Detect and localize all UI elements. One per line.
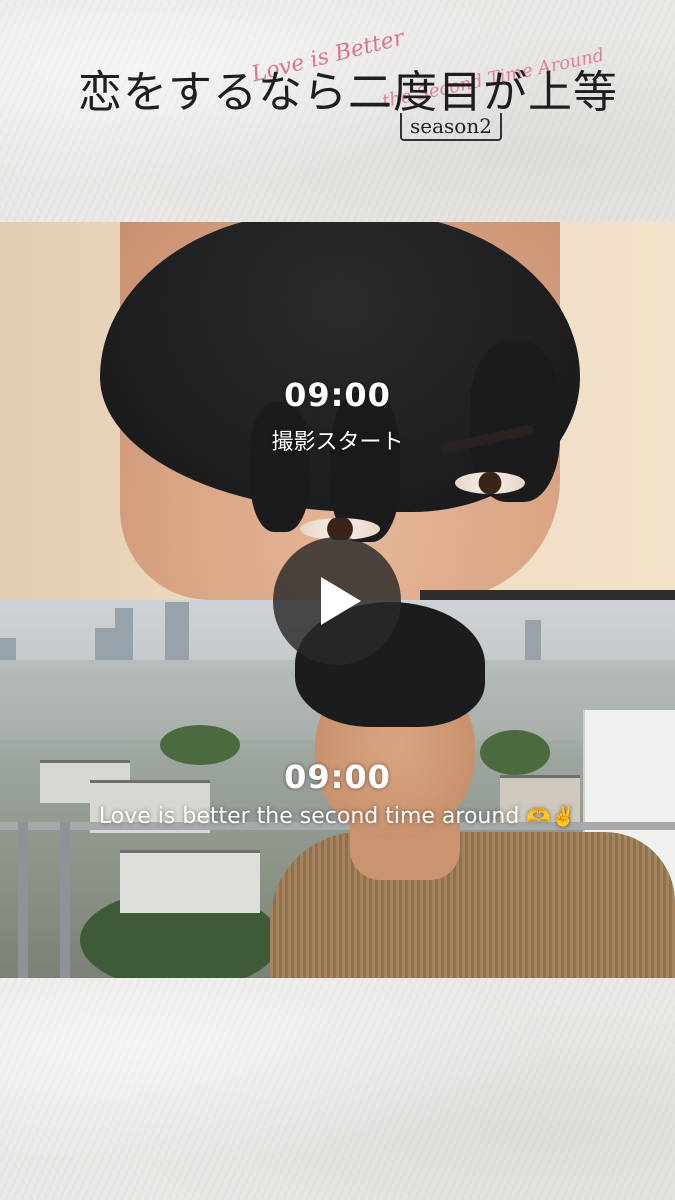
clip-bottom-caption: Love is better the second time around — [98, 804, 520, 829]
frame-divider — [420, 590, 675, 600]
play-icon — [321, 577, 361, 625]
show-title-logo: Love is Better the Second Time Around 恋を… — [0, 25, 675, 180]
play-button[interactable] — [273, 537, 401, 665]
railing-post — [60, 822, 70, 978]
hands-emoji: 🫶✌️ — [526, 804, 577, 828]
skyscraper — [115, 608, 133, 668]
person-shirt — [270, 832, 675, 978]
rooftop — [120, 850, 260, 913]
railing-post — [18, 822, 28, 978]
clip-top-time: 09:00 — [284, 376, 391, 414]
eye — [455, 472, 525, 494]
clip-bottom-time: 09:00 — [284, 758, 391, 796]
title-jp: 恋をするなら二度目が上等 — [78, 67, 618, 118]
hair-strand — [250, 402, 310, 532]
bottom-paper-background — [0, 978, 675, 1200]
clip-bottom-caption-line: Love is better the second time around 🫶✌… — [0, 804, 675, 829]
season-badge: season2 — [400, 113, 502, 141]
skyscraper — [165, 602, 189, 668]
clip-top-caption: 撮影スタート — [271, 430, 404, 455]
